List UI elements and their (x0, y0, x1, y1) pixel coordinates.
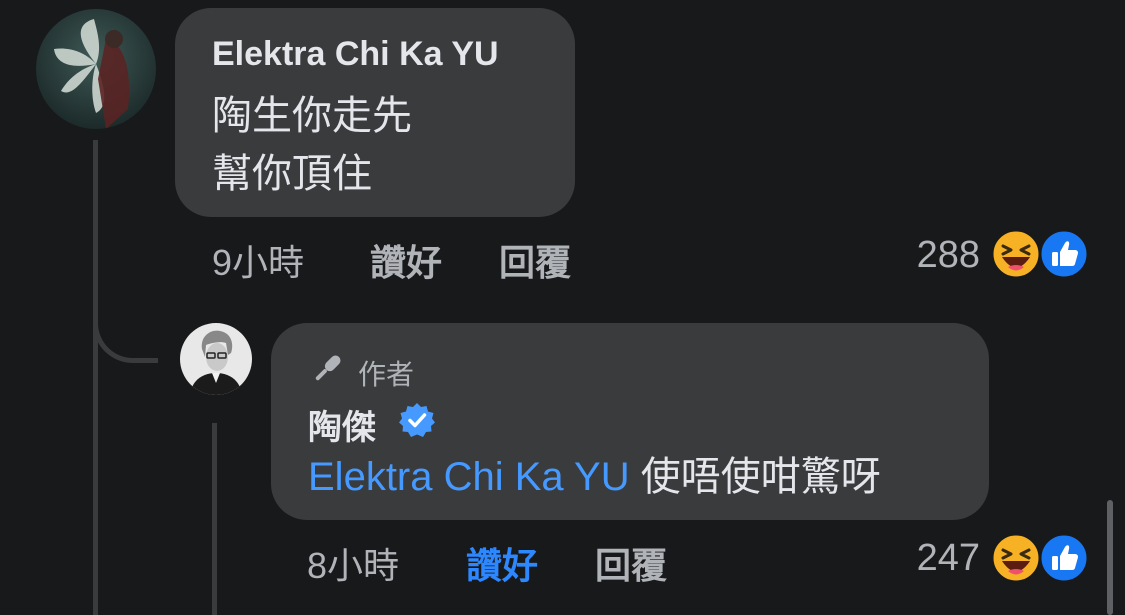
reply-reactions[interactable] (990, 532, 1090, 584)
reply-reply-button[interactable]: 回覆 (595, 537, 667, 589)
comment-reactions[interactable] (990, 228, 1090, 280)
comment-like-button[interactable]: 讚好 (370, 234, 442, 286)
comment-text-line-2: 幫你頂住 (212, 152, 372, 196)
scrollbar-thumb[interactable] (1107, 500, 1113, 615)
mention-link[interactable]: Elektra Chi Ka YU (308, 455, 630, 499)
comment-author-name[interactable]: Elektra Chi Ka YU (212, 35, 499, 74)
haha-icon (990, 228, 1042, 280)
reply-reaction-count[interactable]: 247 (880, 537, 980, 580)
comment-bubble: Elektra Chi Ka YU 陶生你走先 幫你頂住 (175, 8, 575, 217)
commenter-avatar[interactable] (36, 9, 156, 129)
reply-author-name[interactable]: 陶傑 (308, 400, 376, 449)
like-icon (1038, 228, 1090, 280)
comment-timestamp[interactable]: 9小時 (212, 234, 304, 286)
reply-message: 使唔使咁驚呀 (640, 455, 881, 499)
comment-reply-button[interactable]: 回覆 (499, 234, 571, 286)
thread-connector (93, 300, 158, 363)
author-badge-label: 作者 (358, 359, 415, 390)
reply-bubble: 作者 陶傑 Elektra Chi Ka YU 使唔使咁驚呀 (271, 323, 989, 520)
comment-reaction-count[interactable]: 288 (880, 234, 980, 277)
reply-text: Elektra Chi Ka YU 使唔使咁驚呀 (308, 449, 881, 505)
like-icon (1038, 532, 1090, 584)
haha-icon (990, 532, 1042, 584)
comment-text-line-1: 陶生你走先 (212, 94, 412, 138)
microphone-icon (315, 355, 341, 381)
reply-timestamp[interactable]: 8小時 (307, 537, 399, 589)
verified-badge-icon (399, 403, 435, 437)
author-avatar[interactable] (180, 323, 252, 395)
reply-like-button[interactable]: 讚好 (466, 537, 538, 589)
thread-line-main (93, 140, 98, 615)
thread-line-reply (212, 423, 217, 615)
